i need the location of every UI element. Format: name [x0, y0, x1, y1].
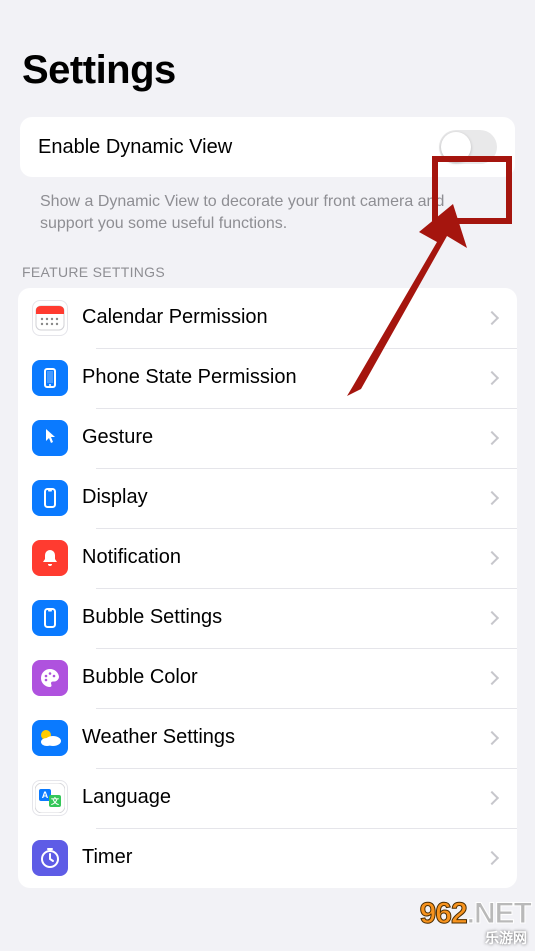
enable-dynamic-view-label: Enable Dynamic View [38, 136, 439, 159]
phone-icon [32, 360, 68, 396]
settings-row-calendar-permission[interactable]: Calendar Permission [18, 288, 517, 348]
chevron-right-icon [485, 791, 499, 805]
chevron-right-icon [485, 371, 499, 385]
settings-row-display[interactable]: Display [18, 468, 517, 528]
settings-row-label: Language [82, 786, 487, 809]
watermark-top: 962.NET [420, 899, 531, 929]
settings-row-label: Calendar Permission [82, 306, 487, 329]
weather-icon [32, 720, 68, 756]
settings-row-label: Notification [82, 546, 487, 569]
toggle-thumb [441, 132, 471, 162]
chevron-right-icon [485, 851, 499, 865]
settings-row-label: Weather Settings [82, 726, 487, 749]
settings-row-label: Timer [82, 846, 487, 869]
page-title: Settings [0, 0, 535, 117]
settings-row-label: Display [82, 486, 487, 509]
chevron-right-icon [485, 431, 499, 445]
enable-dynamic-view-card: Enable Dynamic View [20, 117, 515, 177]
palette-icon [32, 660, 68, 696]
watermark-bottom: 乐游网 [420, 931, 527, 945]
calendar-icon [32, 300, 68, 336]
chevron-right-icon [485, 671, 499, 685]
settings-row-weather-settings[interactable]: Weather Settings [18, 708, 517, 768]
language-icon: A文 [32, 780, 68, 816]
watermark: 962.NET 乐游网 [420, 899, 531, 945]
bell-icon [32, 540, 68, 576]
settings-row-language[interactable]: A文 Language [18, 768, 517, 828]
settings-row-phone-state-permission[interactable]: Phone State Permission [18, 348, 517, 408]
enable-dynamic-view-toggle[interactable] [439, 130, 497, 164]
enable-dynamic-view-description: Show a Dynamic View to decorate your fro… [0, 177, 535, 236]
settings-row-gesture[interactable]: Gesture [18, 408, 517, 468]
settings-row-notification[interactable]: Notification [18, 528, 517, 588]
settings-row-label: Bubble Settings [82, 606, 487, 629]
chevron-right-icon [485, 611, 499, 625]
settings-row-bubble-settings[interactable]: Bubble Settings [18, 588, 517, 648]
settings-row-label: Bubble Color [82, 666, 487, 689]
display-icon [32, 600, 68, 636]
chevron-right-icon [485, 491, 499, 505]
display-icon [32, 480, 68, 516]
settings-row-label: Gesture [82, 426, 487, 449]
chevron-right-icon [485, 731, 499, 745]
settings-row-bubble-color[interactable]: Bubble Color [18, 648, 517, 708]
chevron-right-icon [485, 551, 499, 565]
enable-dynamic-view-row[interactable]: Enable Dynamic View [20, 117, 515, 177]
settings-row-label: Phone State Permission [82, 366, 487, 389]
feature-settings-header: FEATURE SETTINGS [0, 236, 535, 288]
chevron-right-icon [485, 311, 499, 325]
feature-settings-list: Calendar Permission Phone State Permissio… [18, 288, 517, 888]
timer-icon [32, 840, 68, 876]
svg-text:文: 文 [51, 796, 60, 806]
pointer-icon [32, 420, 68, 456]
svg-text:A: A [42, 790, 49, 800]
settings-row-timer[interactable]: Timer [18, 828, 517, 888]
